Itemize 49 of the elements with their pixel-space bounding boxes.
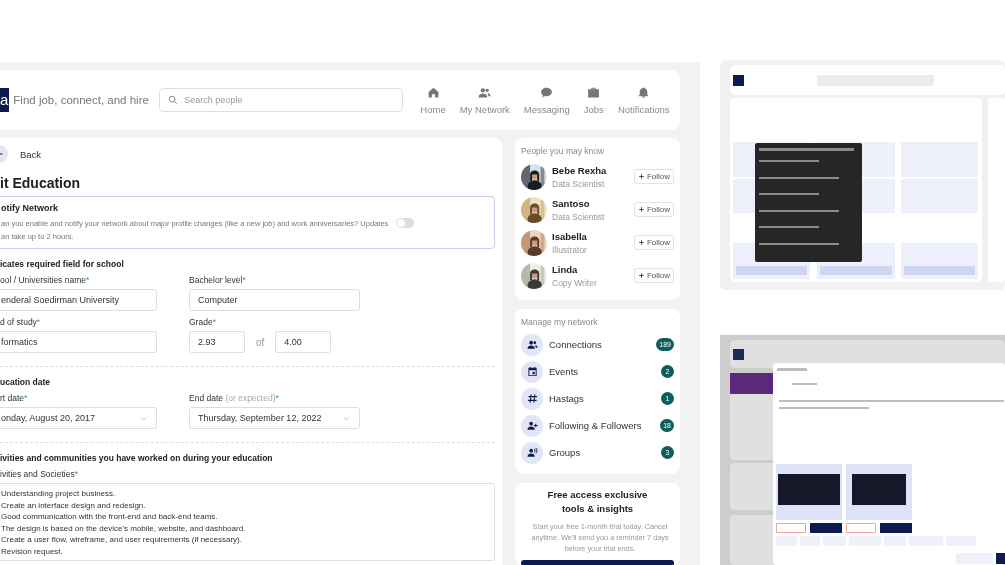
field-label: Bachelor level* bbox=[189, 275, 247, 285]
section-heading: ucation date bbox=[0, 377, 52, 387]
field-label: End date (or expected)* bbox=[189, 393, 280, 403]
field-label: ivities and Societies* bbox=[0, 469, 79, 479]
person-name: Linda bbox=[552, 263, 579, 275]
text-field[interactable]: formatics bbox=[0, 331, 157, 353]
person-name: Isabella bbox=[552, 230, 588, 242]
person-name: Bebe Rexha bbox=[552, 164, 608, 176]
field-label: rt date* bbox=[0, 393, 29, 403]
network-link[interactable]: Events bbox=[549, 366, 655, 377]
person-role: Data Scientist bbox=[552, 178, 606, 189]
person-role: Illustrator bbox=[552, 244, 588, 255]
person-name: Santoso bbox=[552, 197, 591, 209]
text-field[interactable]: Computer bbox=[189, 289, 360, 311]
field-label: d of study* bbox=[0, 317, 42, 327]
nav-link[interactable]: My Network bbox=[459, 85, 510, 115]
follow-button[interactable]: Follow bbox=[633, 235, 674, 250]
nav-link[interactable]: Notifications bbox=[617, 85, 670, 115]
section-heading: ivities and communities you have worked on during your education bbox=[0, 453, 274, 463]
grade-field[interactable]: 2.93 bbox=[189, 331, 245, 353]
logo: a bbox=[0, 88, 10, 112]
card-title: Manage my network bbox=[521, 317, 599, 327]
person-role: Copy Writer bbox=[552, 277, 598, 288]
follow-button[interactable]: Follow bbox=[633, 268, 674, 283]
nav-link[interactable]: Home bbox=[420, 85, 446, 115]
field-label: ool / Universities name* bbox=[0, 275, 91, 285]
notify-title: otify Network bbox=[1, 203, 59, 213]
section-heading: icates required field for school bbox=[0, 259, 125, 269]
promo-title: Free access exclusive tools & insights bbox=[546, 488, 649, 516]
date-dropdown[interactable]: onday, August 20, 2017 bbox=[0, 407, 157, 429]
network-link[interactable]: Connections bbox=[549, 339, 651, 350]
follow-button[interactable]: Follow bbox=[633, 202, 674, 217]
network-link[interactable]: Hastags bbox=[549, 393, 655, 404]
field-label: Grade* bbox=[189, 317, 217, 327]
network-link[interactable]: Following & Followers bbox=[549, 420, 655, 431]
card-title: People you may know bbox=[521, 146, 606, 156]
tagline: Find job, connect, and hire bbox=[13, 94, 150, 106]
person-role: Data Scientist bbox=[552, 211, 606, 222]
follow-button[interactable]: Follow bbox=[633, 169, 674, 184]
back-button[interactable]: Back bbox=[0, 145, 42, 163]
nav-link[interactable]: Jobs bbox=[583, 85, 604, 115]
text-area[interactable]: Understanding project business. Create an interface design and redesign. Good communication with the front-end and back-end teams. The design is based on the device's mobile, website, and dashboard. Create a user flow, wireframe, and user requirements (if necessary). Revision request. bbox=[0, 483, 495, 561]
max-grade-field[interactable]: 4.00 bbox=[275, 331, 332, 353]
date-dropdown[interactable]: Thursday, September 12, 2022 bbox=[189, 407, 360, 429]
page-title: it Education bbox=[0, 175, 82, 191]
network-link[interactable]: Groups bbox=[549, 447, 655, 458]
text-field[interactable]: enderal Soedirman University bbox=[0, 289, 157, 311]
nav-link[interactable]: Messaging bbox=[523, 85, 570, 115]
of-label: of bbox=[256, 336, 265, 348]
